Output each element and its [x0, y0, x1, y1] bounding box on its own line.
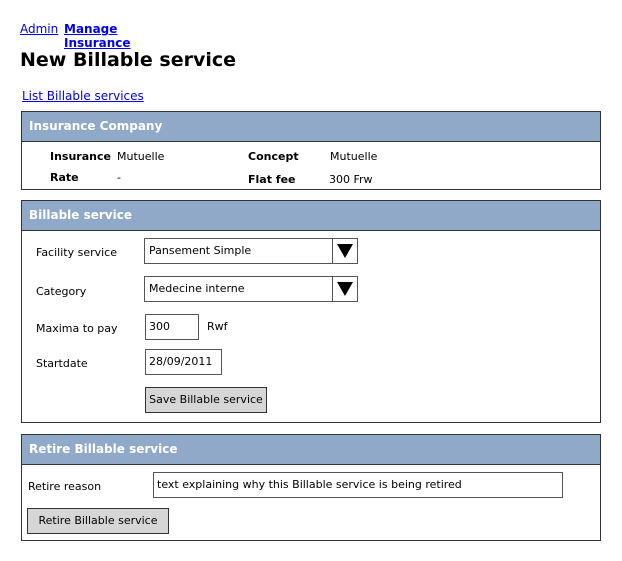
dropdown-arrow-icon[interactable]	[332, 277, 357, 301]
rate-label: Rate	[50, 171, 79, 184]
billable-service-panel: Billable service Facility service Pansem…	[21, 200, 601, 423]
startdate-label: Startdate	[36, 357, 88, 370]
startdate-input[interactable]: 28/09/2011	[145, 349, 222, 375]
concept-value: Mutuelle	[330, 150, 378, 163]
page-title: New Billable service	[20, 49, 237, 71]
category-select[interactable]: Medecine interne	[144, 276, 358, 302]
facility-service-value: Pansement Simple	[149, 244, 252, 257]
maxima-to-pay-label: Maxima to pay	[36, 322, 118, 335]
concept-label: Concept	[248, 150, 299, 163]
breadcrumb-admin-link[interactable]: Admin	[20, 22, 58, 36]
save-billable-service-button[interactable]: Save Billable service	[145, 387, 267, 413]
insurance-value: Mutuelle	[117, 150, 165, 163]
retire-reason-label: Retire reason	[28, 480, 102, 493]
flat-fee-value: 300 Frw	[329, 173, 373, 186]
retire-billable-service-panel: Retire Billable service Retire reason te…	[21, 434, 601, 541]
breadcrumb: Admin Manage Insurance	[20, 22, 131, 50]
dropdown-arrow-icon[interactable]	[332, 239, 357, 263]
category-label: Category	[36, 285, 87, 298]
retire-billable-service-panel-header: Retire Billable service	[22, 435, 600, 465]
maxima-unit-label: Rwf	[207, 320, 228, 333]
insurance-company-panel-header: Insurance Company	[22, 112, 600, 142]
category-value: Medecine interne	[149, 282, 245, 295]
billable-service-panel-header: Billable service	[22, 201, 600, 231]
insurance-company-panel: Insurance Company Insurance Mutuelle Rat…	[21, 111, 601, 190]
facility-service-select[interactable]: Pansement Simple	[144, 238, 358, 264]
insurance-label: Insurance	[50, 150, 111, 163]
flat-fee-label: Flat fee	[248, 173, 296, 186]
retire-billable-service-button[interactable]: Retire Billable service	[27, 508, 169, 534]
facility-service-label: Facility service	[36, 246, 117, 259]
list-billable-services-link[interactable]: List Billable services	[22, 89, 144, 103]
breadcrumb-manage-insurance-link[interactable]: Manage Insurance	[64, 22, 131, 50]
retire-reason-input[interactable]: text explaining why this Billable servic…	[153, 472, 563, 498]
rate-value: -	[117, 171, 121, 184]
maxima-to-pay-input[interactable]: 300	[145, 314, 199, 340]
